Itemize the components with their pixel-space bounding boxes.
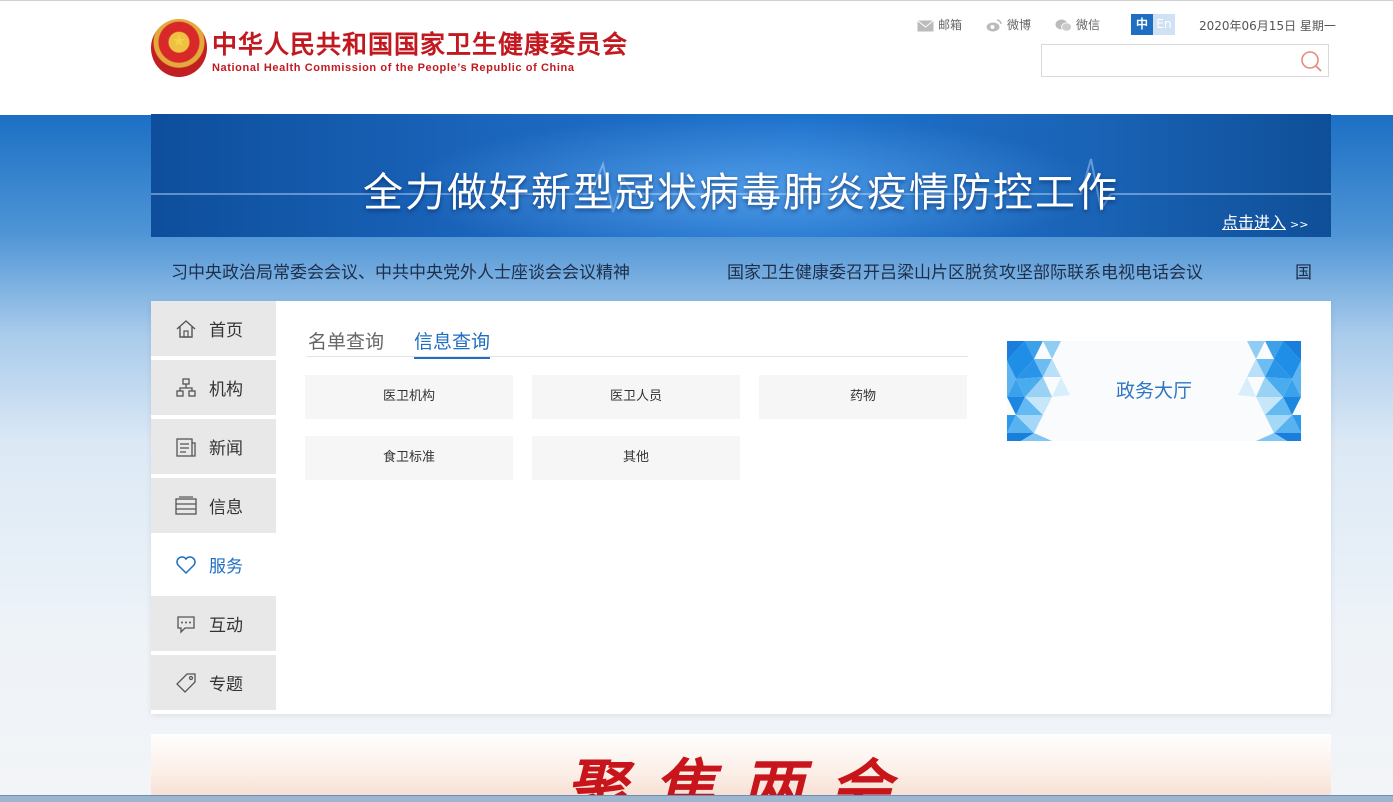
main-panel: 首页 机构 新闻 信息 服务 互动 专题 名单查询 信息查询 医卫机构 医卫人员… bbox=[151, 301, 1331, 714]
tab-info-query[interactable]: 信息查询 bbox=[414, 327, 491, 359]
search-input[interactable] bbox=[1048, 45, 1292, 77]
tag-icon bbox=[176, 672, 196, 693]
weibo-label: 微博 bbox=[1007, 18, 1032, 32]
government-service-hall[interactable]: 政务大厅 bbox=[1007, 341, 1301, 441]
lang-cn-button[interactable]: 中 bbox=[1131, 14, 1153, 35]
site-subtitle[interactable]: National Health Commission of the People… bbox=[212, 62, 575, 74]
service-drugs[interactable]: 药物 bbox=[759, 375, 967, 419]
banner-link-arrow: >> bbox=[1290, 218, 1309, 231]
nav-label: 互动 bbox=[209, 616, 243, 636]
mail-label: 邮箱 bbox=[938, 18, 963, 32]
banner-enter-link[interactable]: 点击进入 >> bbox=[1222, 209, 1308, 233]
mail-link[interactable]: 邮箱 bbox=[917, 16, 962, 33]
nav-item-organization[interactable]: 机构 bbox=[151, 360, 276, 417]
nav-item-news[interactable]: 新闻 bbox=[151, 419, 276, 476]
heart-icon bbox=[176, 555, 196, 574]
mail-icon bbox=[917, 19, 934, 31]
epidemic-banner[interactable]: 全力做好新型冠状病毒肺炎疫情防控工作 点击进入 >> bbox=[151, 114, 1331, 237]
nav-item-service[interactable]: 服务 bbox=[151, 537, 276, 594]
news-icon bbox=[176, 437, 196, 457]
org-chart-icon bbox=[176, 377, 196, 397]
weibo-icon bbox=[986, 19, 1002, 32]
chat-icon bbox=[177, 615, 195, 634]
news-ticker: 习中央政治局常委会会议、中共中央党外人士座谈会会议精神 国家卫生健康委召开吕梁山… bbox=[151, 237, 1331, 301]
search-box bbox=[1041, 44, 1329, 77]
nav-label: 新闻 bbox=[209, 439, 243, 459]
banner-title: 全力做好新型冠状病毒肺炎疫情防控工作 bbox=[363, 170, 1119, 216]
side-navigation: 首页 机构 新闻 信息 服务 互动 专题 bbox=[151, 301, 276, 714]
lang-en-button[interactable]: En bbox=[1153, 14, 1175, 35]
service-hall-label: 政务大厅 bbox=[1115, 380, 1192, 402]
nav-label: 信息 bbox=[209, 498, 243, 518]
nav-item-information[interactable]: 信息 bbox=[151, 478, 276, 535]
wechat-label: 微信 bbox=[1076, 18, 1101, 32]
nav-item-topics[interactable]: 专题 bbox=[151, 655, 276, 712]
ticker-item[interactable]: 习中央政治局常委会会议、中共中央党外人士座谈会会议精神 bbox=[171, 258, 630, 283]
ticker-item[interactable]: 国家卫生健康委召开吕梁山片区脱贫攻坚部际联系电视电话会议 bbox=[727, 258, 1203, 283]
current-date: 2020年06月15日 星期一 bbox=[1199, 19, 1336, 33]
nav-label: 首页 bbox=[209, 321, 243, 341]
wechat-link[interactable]: 微信 bbox=[1055, 16, 1100, 33]
nav-label: 机构 bbox=[209, 380, 243, 400]
language-switch: 中 En bbox=[1131, 14, 1175, 35]
service-other[interactable]: 其他 bbox=[532, 436, 740, 480]
site-title[interactable]: 中华人民共和国国家卫生健康委员会 bbox=[212, 25, 628, 61]
home-icon bbox=[176, 319, 196, 338]
promo-title: 聚焦两会 bbox=[564, 752, 917, 801]
info-stack-icon bbox=[175, 495, 197, 515]
nav-item-home[interactable]: 首页 bbox=[151, 301, 276, 358]
banner-link-label: 点击进入 bbox=[1222, 213, 1287, 232]
site-header: ★ 中华人民共和国国家卫生健康委员会 National Health Commi… bbox=[0, 0, 1393, 115]
nav-item-interaction[interactable]: 互动 bbox=[151, 596, 276, 653]
ticker-item[interactable]: 国 bbox=[1295, 258, 1312, 283]
search-icon[interactable] bbox=[1300, 50, 1322, 72]
national-emblem-icon[interactable]: ★ bbox=[151, 19, 207, 77]
query-tabs: 名单查询 信息查询 bbox=[306, 323, 968, 359]
service-food-hygiene-standards[interactable]: 食卫标准 bbox=[305, 436, 513, 480]
tab-list-query[interactable]: 名单查询 bbox=[308, 327, 384, 357]
two-sessions-promo[interactable]: 聚焦两会 bbox=[151, 734, 1331, 801]
nav-label: 服务 bbox=[209, 557, 243, 577]
weibo-link[interactable]: 微博 bbox=[986, 16, 1031, 33]
service-medical-institutions[interactable]: 医卫机构 bbox=[305, 375, 513, 419]
nav-label: 专题 bbox=[209, 675, 243, 695]
wechat-icon bbox=[1055, 19, 1072, 32]
service-medical-personnel[interactable]: 医卫人员 bbox=[532, 375, 740, 419]
